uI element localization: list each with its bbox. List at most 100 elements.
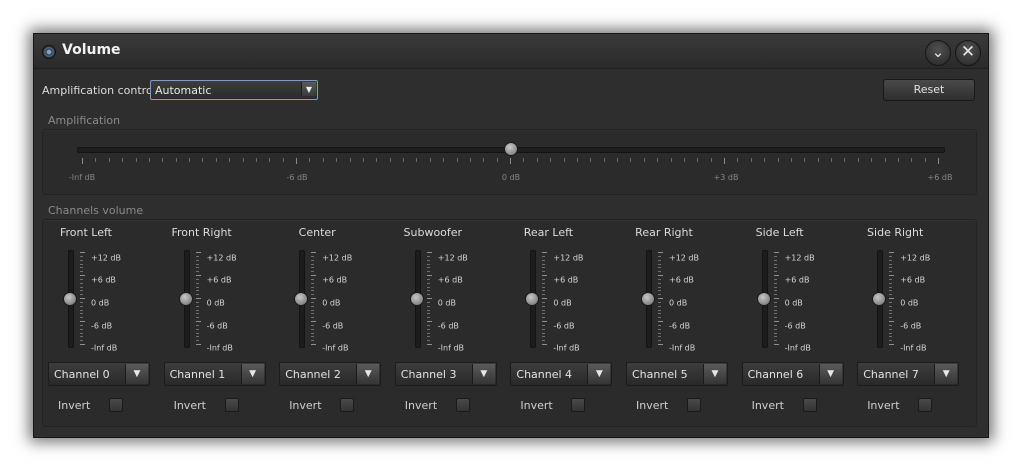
dropdown-arrow-icon: ▼ bbox=[587, 364, 611, 384]
collapse-button[interactable]: ⌄ bbox=[925, 40, 951, 66]
db-scale-label: -Inf dB bbox=[322, 343, 349, 353]
slider-tick bbox=[773, 278, 777, 280]
slider-tick bbox=[426, 255, 430, 257]
slider-tick bbox=[189, 158, 190, 162]
slider-tick bbox=[542, 324, 546, 326]
invert-checkbox[interactable] bbox=[802, 398, 817, 412]
invert-checkbox[interactable] bbox=[109, 398, 123, 412]
slider-tick bbox=[773, 275, 779, 276]
invert-label: Invert bbox=[404, 399, 438, 412]
slider-tick bbox=[80, 344, 85, 345]
invert-checkbox[interactable] bbox=[918, 398, 933, 412]
db-scale-label: -Inf dB bbox=[669, 343, 696, 353]
reset-button[interactable]: Reset bbox=[883, 79, 975, 101]
slider-tick bbox=[542, 263, 546, 265]
chevron-down-icon: ⌄ bbox=[931, 43, 945, 61]
channel-volume-handle[interactable] bbox=[63, 292, 77, 306]
slider-tick bbox=[617, 158, 618, 162]
channel-volume-handle[interactable] bbox=[525, 292, 540, 306]
channel-mapping-select[interactable]: Channel 1 ▼ bbox=[163, 362, 266, 386]
slider-tick bbox=[563, 158, 565, 162]
channel-mapping-select[interactable]: Channel 5 ▼ bbox=[626, 362, 728, 386]
db-scale-label: -6 dB bbox=[553, 321, 575, 331]
slider-tick bbox=[311, 282, 315, 284]
slider-tick bbox=[426, 286, 430, 288]
slider-tick bbox=[773, 301, 777, 303]
invert-checkbox[interactable] bbox=[687, 398, 701, 412]
slider-tick bbox=[148, 158, 150, 162]
slider-tick bbox=[362, 158, 364, 162]
slider-tick bbox=[773, 259, 777, 261]
db-scale-label: 0 dB bbox=[206, 298, 225, 308]
slider-tick bbox=[311, 344, 317, 345]
slider-tick bbox=[80, 263, 83, 265]
slider-tick bbox=[773, 286, 777, 288]
slider-tick bbox=[426, 267, 430, 269]
slider-tick bbox=[311, 275, 317, 276]
channel-volume-handle[interactable] bbox=[294, 292, 309, 306]
channel-slider-ticks bbox=[658, 252, 666, 345]
db-scale-label: +12 dB bbox=[91, 253, 121, 263]
slider-tick bbox=[658, 252, 663, 253]
channel-mapping-select[interactable]: Channel 3 ▼ bbox=[394, 362, 497, 386]
channel-volume-handle[interactable] bbox=[409, 292, 424, 306]
slider-tick bbox=[542, 313, 546, 315]
slider-tick bbox=[389, 158, 391, 162]
channel-volume-handle[interactable] bbox=[756, 292, 771, 306]
slider-tick bbox=[658, 271, 661, 273]
channel-volume-handle[interactable] bbox=[178, 292, 193, 306]
slider-tick bbox=[80, 271, 83, 273]
slider-tick bbox=[710, 158, 712, 162]
invert-checkbox[interactable] bbox=[571, 398, 586, 412]
channel-volume-handle[interactable] bbox=[872, 292, 887, 306]
slider-tick bbox=[426, 309, 430, 311]
slider-tick bbox=[658, 259, 661, 261]
channel-name: Side Right bbox=[867, 226, 924, 239]
slider-tick bbox=[773, 340, 777, 342]
slider-tick bbox=[311, 328, 315, 330]
db-scale-label: +12 dB bbox=[553, 253, 584, 263]
channel-slider-ticks bbox=[195, 252, 204, 345]
dropdown-arrow-icon: ▼ bbox=[703, 364, 726, 384]
slider-tick bbox=[95, 158, 97, 162]
db-scale-label: 0 dB bbox=[784, 298, 803, 308]
channel-mapping-select[interactable]: Channel 0 ▼ bbox=[48, 362, 150, 386]
slider-tick bbox=[889, 275, 895, 276]
slider-tick bbox=[311, 309, 315, 311]
title-bar: Volume ⌄ ✕ bbox=[34, 34, 988, 69]
slider-tick bbox=[773, 267, 777, 269]
slider-tick bbox=[349, 158, 351, 162]
amplification-slider-handle[interactable] bbox=[504, 142, 518, 156]
slider-tick bbox=[658, 309, 661, 311]
invert-checkbox[interactable] bbox=[455, 398, 470, 412]
slider-tick bbox=[542, 252, 548, 253]
slider-tick bbox=[195, 255, 199, 257]
channel-mapping-select[interactable]: Channel 2 ▼ bbox=[279, 362, 382, 386]
invert-checkbox[interactable] bbox=[224, 398, 239, 412]
slider-tick bbox=[737, 158, 739, 162]
amplification-control-label: Amplification control: bbox=[42, 84, 160, 97]
invert-checkbox[interactable] bbox=[340, 398, 355, 412]
close-button[interactable]: ✕ bbox=[955, 40, 981, 66]
db-scale-label: +6 dB bbox=[91, 275, 116, 285]
channel-mapping-select[interactable]: Channel 6 ▼ bbox=[741, 362, 844, 386]
slider-tick bbox=[456, 158, 458, 162]
slider-tick bbox=[416, 158, 418, 162]
channel-volume-handle[interactable] bbox=[641, 292, 655, 306]
db-scale-label: -6 dB bbox=[669, 321, 691, 331]
slider-tick bbox=[311, 267, 315, 269]
slider-tick bbox=[542, 294, 546, 296]
amplification-control-select[interactable]: Automatic ▼ bbox=[150, 80, 318, 100]
slider-tick bbox=[80, 328, 83, 330]
slider-tick bbox=[311, 252, 317, 253]
slider-tick bbox=[542, 290, 546, 292]
channel-mapping-select[interactable]: Channel 4 ▼ bbox=[510, 362, 613, 386]
channel-mapping-select[interactable]: Channel 7 ▼ bbox=[857, 362, 960, 386]
slider-tick bbox=[311, 294, 315, 296]
slider-tick bbox=[542, 317, 546, 319]
slider-tick bbox=[80, 321, 85, 322]
slider-tick bbox=[658, 255, 661, 257]
slider-tick bbox=[576, 158, 578, 162]
slider-tick bbox=[889, 309, 893, 311]
slider-tick bbox=[426, 278, 430, 280]
